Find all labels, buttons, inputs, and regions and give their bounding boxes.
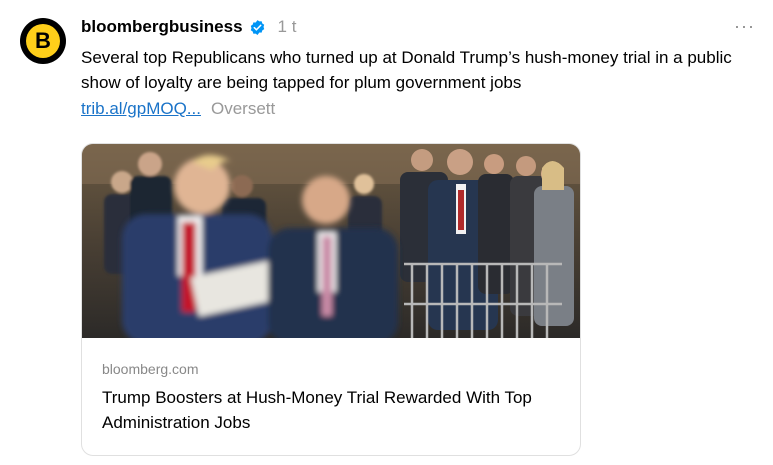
post-text: Several top Republicans who turned up at… xyxy=(81,48,732,92)
bloomberg-logo: B xyxy=(26,24,60,58)
more-options-icon[interactable]: ··· xyxy=(734,16,755,37)
avatar[interactable]: B xyxy=(20,18,66,64)
post-timestamp: 1 t xyxy=(277,17,297,36)
post-link[interactable]: trib.al/gpMOQ... xyxy=(81,99,201,119)
username[interactable]: bloombergbusiness xyxy=(81,17,243,37)
verified-badge-icon xyxy=(250,19,264,35)
card-image xyxy=(82,144,580,338)
card-title[interactable]: Trump Boosters at Hush-Money Trial Rewar… xyxy=(102,385,562,435)
post-links: trib.al/gpMOQ... Oversett xyxy=(81,99,275,119)
translate-button[interactable]: Oversett xyxy=(211,99,275,119)
post-header: bloombergbusiness 1 t xyxy=(81,14,296,40)
link-preview-card[interactable]: bloomberg.com Trump Boosters at Hush-Mon… xyxy=(81,143,581,456)
card-domain: bloomberg.com xyxy=(102,361,199,377)
